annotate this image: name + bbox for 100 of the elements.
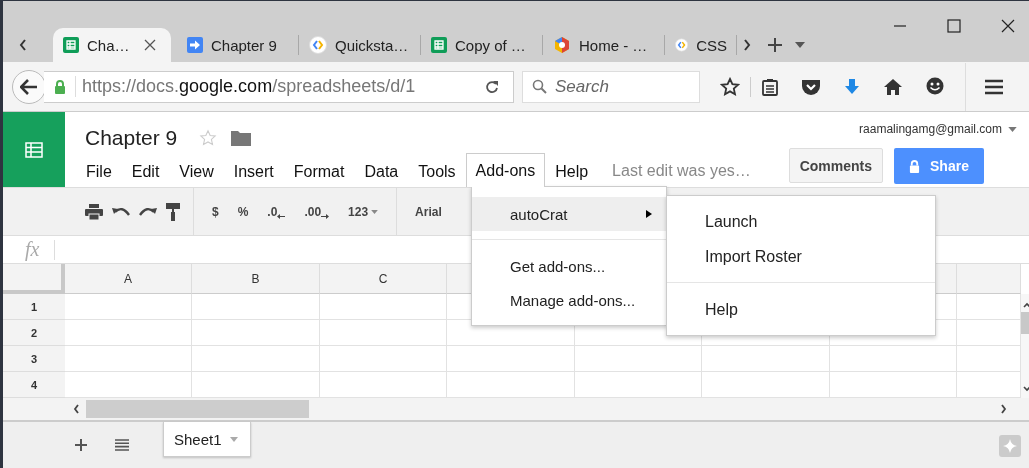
spreadsheet-icon [63,37,79,53]
sparkle-icon [1003,439,1017,453]
font-button[interactable]: Arial [410,204,447,219]
bracket-logo-icon [309,36,327,54]
plus-icon[interactable] [767,37,783,53]
percent-button[interactable]: % [232,204,254,219]
clipboard-list-icon[interactable] [761,77,779,96]
grid-cell[interactable] [65,320,192,346]
select-all-corner[interactable] [3,264,65,294]
bracket-logo-icon [675,36,689,54]
menu-item[interactable]: Format [283,155,355,187]
number-format-button[interactable]: 123 [343,204,384,219]
caret-icon[interactable] [795,42,805,48]
caret-icon[interactable] [1008,126,1017,132]
grid-cell[interactable] [192,346,320,372]
currency-button[interactable]: $ [207,204,224,219]
grid-cell[interactable] [320,294,447,320]
row-header[interactable]: 1 [3,294,65,320]
browser-tab[interactable]: Home - … [543,28,665,62]
sheets-logo[interactable] [3,112,65,187]
scrollbar-thumb[interactable] [86,400,309,418]
grid-cell[interactable] [320,320,447,346]
chevron-left-icon[interactable] [19,39,27,51]
chevron-left-icon[interactable] [73,404,80,414]
caret-icon [371,209,379,214]
sheet-tab[interactable]: Sheet1 [163,422,251,457]
close-icon[interactable] [143,39,156,51]
browser-tab[interactable]: Copy of … [421,28,543,62]
pocket-icon[interactable] [801,77,821,96]
menu-option[interactable]: Get add-ons... [472,249,666,283]
menu-item[interactable]: Insert [223,155,284,187]
maximize-icon[interactable] [947,19,961,33]
grid-cell[interactable] [320,346,447,372]
smiley-icon[interactable] [925,76,945,97]
star-outline-icon[interactable] [199,129,218,147]
print-icon[interactable] [85,203,103,220]
grid-cell[interactable] [702,346,830,372]
comments-button[interactable]: Comments [788,148,883,183]
increase-decimals-button[interactable]: .00 [299,204,335,219]
star-icon[interactable] [720,76,740,97]
row-header[interactable]: 4 [3,372,65,398]
column-header[interactable]: A [65,264,192,294]
home-icon[interactable] [883,77,903,96]
grid-cell[interactable] [192,320,320,346]
arrow-right-icon [321,213,330,219]
document-title[interactable]: Chapter 9 [85,126,178,150]
chevron-right-icon[interactable] [743,39,751,51]
paint-roller-icon[interactable] [166,202,180,221]
menu-item[interactable]: Edit [121,155,170,187]
chevron-right-icon[interactable] [1000,404,1007,414]
reload-icon[interactable] [485,79,499,94]
search-field[interactable]: Search [522,70,700,103]
menu-option[interactable]: Help [667,292,935,327]
row-header[interactable]: 2 [3,320,65,346]
column-header[interactable]: B [192,264,320,294]
grid-cell[interactable] [192,294,320,320]
triangle-right-icon [646,210,652,218]
grid-cell[interactable] [65,294,192,320]
caret-icon [229,436,238,442]
scrollbar-thumb[interactable] [1021,312,1029,334]
download-icon[interactable] [843,77,861,96]
menu-item[interactable]: Tools [408,155,466,187]
redo-icon[interactable] [139,205,157,218]
decrease-decimals-button[interactable]: .0 [262,204,291,219]
column-header[interactable] [957,264,1021,294]
browser-tab[interactable]: Quicksta… [299,28,421,62]
menu-icon[interactable] [984,78,1004,95]
browser-tab[interactable]: CSS [665,28,737,62]
menu-option[interactable]: autoCrat [472,197,666,231]
grid-cell[interactable] [447,346,575,372]
grid-cell[interactable] [575,346,702,372]
chevron-down-icon[interactable] [1022,386,1029,392]
account-email[interactable]: raamalingamg@gmail.com [859,122,1002,136]
menu-option[interactable]: Import Roster [667,239,935,274]
lock-icon [909,159,921,173]
browser-tab[interactable]: Chapter 9 [177,28,299,62]
back-button[interactable] [12,69,46,104]
menu-option[interactable]: Manage add-ons... [472,283,666,317]
folder-icon[interactable] [231,130,252,146]
address-bar[interactable]: https://docs.google.com/spreadsheets/d/1 [44,70,514,103]
undo-icon[interactable] [112,205,130,218]
last-edit-link[interactable]: Last edit was yes… [612,162,751,187]
url-text: https://docs.google.com/spreadsheets/d/1 [75,76,416,97]
row-header[interactable]: 3 [3,346,65,372]
menu-option[interactable]: Launch [667,204,935,239]
explore-button[interactable] [999,435,1021,457]
menu-item[interactable]: Add-ons [465,153,546,187]
column-header[interactable]: C [320,264,447,294]
list-icon[interactable] [115,439,129,451]
plus-icon[interactable] [75,439,87,451]
menu-item[interactable]: View [169,155,224,187]
browser-tab[interactable]: Cha… [53,28,171,62]
hexagon-logo-icon [553,36,571,54]
close-icon[interactable] [1001,19,1015,33]
chevron-up-icon[interactable] [1022,302,1029,308]
menu-item[interactable]: File [85,155,122,187]
menu-item[interactable]: Help [545,155,599,187]
grid-cell[interactable] [830,346,957,372]
menu-item[interactable]: Data [354,155,409,187]
grid-cell[interactable] [65,346,192,372]
